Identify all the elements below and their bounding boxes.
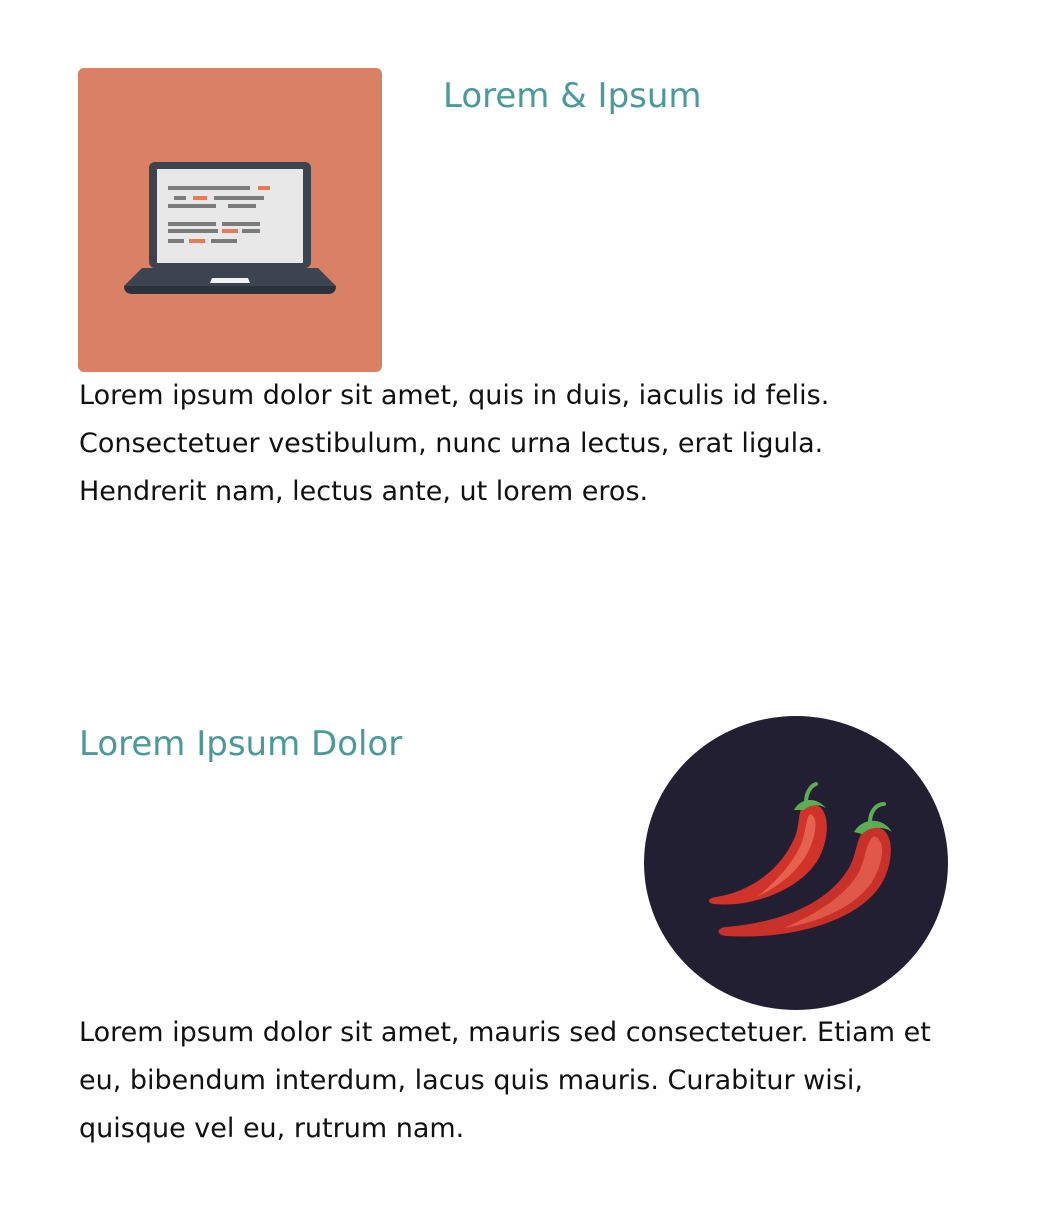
section-1-body: Lorem ipsum dolor sit amet, quis in duis… bbox=[79, 380, 830, 507]
section-2-heading: Lorem Ipsum Dolor bbox=[79, 724, 403, 764]
chili-image-tile bbox=[644, 716, 948, 1010]
section-1-heading: Lorem & Ipsum bbox=[443, 76, 702, 116]
section-2-body: Lorem ipsum dolor sit amet, mauris sed c… bbox=[79, 1017, 931, 1144]
laptop-image-tile bbox=[78, 68, 382, 372]
laptop-icon bbox=[124, 162, 336, 294]
chili-peppers-icon bbox=[708, 782, 892, 937]
